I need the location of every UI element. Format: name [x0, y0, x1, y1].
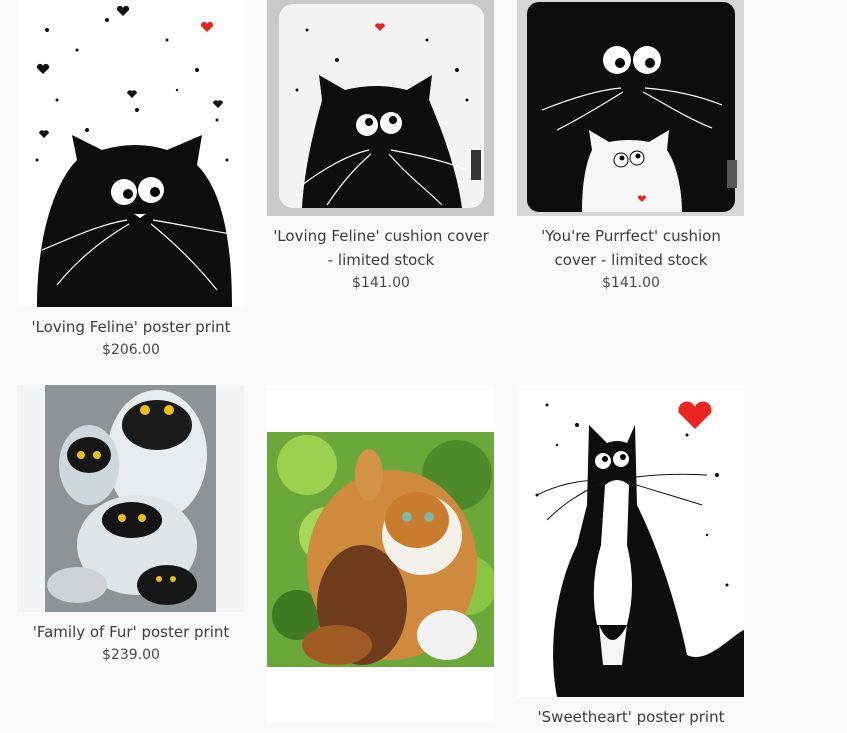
product-image[interactable]	[517, 0, 744, 216]
product-price: $206.00	[102, 342, 160, 358]
product-price: $239.00	[102, 647, 160, 663]
product-image[interactable]	[17, 385, 244, 612]
product-image[interactable]	[267, 0, 494, 216]
youre-purrfect-cushion-art	[517, 0, 744, 216]
product-card[interactable]	[267, 385, 494, 723]
loving-feline-cushion-art	[267, 0, 494, 216]
product-image[interactable]	[17, 0, 244, 307]
product-image[interactable]	[267, 385, 494, 723]
product-card[interactable]: 'Loving Feline' poster print $206.00	[17, 0, 261, 361]
product-card[interactable]: 'Loving Feline' cushion cover - limited …	[267, 0, 511, 294]
product-title[interactable]: 'Family of Fur' poster print	[1, 620, 261, 644]
product-card[interactable]: 'Sweetheart' poster print	[517, 385, 761, 729]
ginger-cat-poster-art	[267, 385, 494, 723]
product-price: $141.00	[352, 275, 410, 291]
family-of-fur-poster-art	[17, 385, 244, 612]
product-card[interactable]: 'Family of Fur' poster print $239.00	[17, 385, 261, 666]
product-title[interactable]: 'Sweetheart' poster print	[501, 705, 761, 729]
product-image[interactable]	[517, 385, 744, 697]
product-title[interactable]: 'Loving Feline' cushion cover - limited …	[251, 224, 511, 272]
sweetheart-poster-art	[517, 385, 744, 697]
product-card[interactable]: 'You're Purrfect' cushion cover - limite…	[517, 0, 761, 294]
product-title[interactable]: 'Loving Feline' poster print	[1, 315, 261, 339]
loving-feline-poster-art	[17, 0, 244, 307]
product-price: $141.00	[602, 275, 660, 291]
product-title[interactable]: 'You're Purrfect' cushion cover - limite…	[501, 224, 761, 272]
